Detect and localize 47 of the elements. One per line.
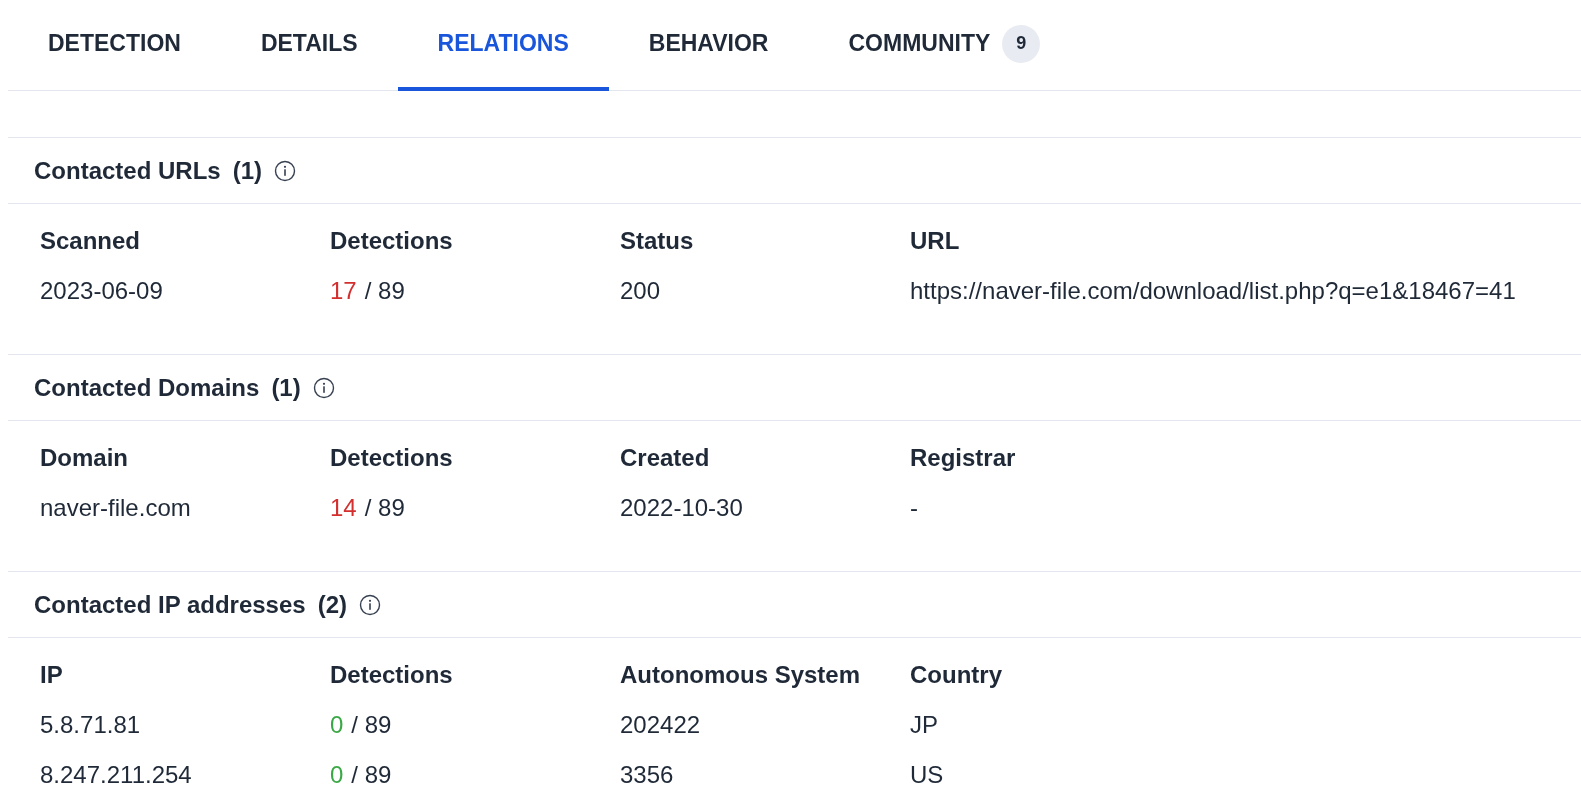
table-cell-text: naver-file.com xyxy=(40,493,192,523)
table-cell-text: JP xyxy=(910,710,938,740)
column-header: IP xyxy=(40,660,64,690)
info-icon[interactable] xyxy=(359,593,381,616)
column-header: Autonomous System xyxy=(620,660,862,690)
tab[interactable]: DETECTION xyxy=(8,0,221,91)
tab[interactable]: BEHAVIOR xyxy=(608,0,809,91)
column-header: Domain xyxy=(40,443,129,473)
count-badge: 9 xyxy=(1002,24,1041,63)
section-count: (1) xyxy=(232,155,263,186)
section-count: (2) xyxy=(317,589,347,620)
table-cell-text: 2023-06-09 xyxy=(40,276,164,306)
detection-total: / 89 xyxy=(364,276,405,306)
table-cell-text: - xyxy=(910,493,918,523)
detection-count: 17 xyxy=(330,276,357,306)
info-icon[interactable] xyxy=(312,376,335,399)
section-title: Contacted IP addresses xyxy=(34,589,306,620)
detection-total: / 89 xyxy=(351,710,392,740)
detection-count: 0 xyxy=(330,710,344,740)
table-cell-text: 3356 xyxy=(620,760,675,790)
section-count: (1) xyxy=(271,372,301,403)
table-cell-text: 5.8.71.81 xyxy=(40,710,142,740)
detection-count: 0 xyxy=(330,760,344,790)
table-cell-text: 2022-10-30 xyxy=(620,493,744,523)
section-title: Contacted Domains xyxy=(34,372,260,403)
table-cell-text: 202422 xyxy=(620,710,702,740)
column-header: Scanned xyxy=(40,226,142,256)
info-icon[interactable] xyxy=(274,159,297,182)
column-header: Country xyxy=(910,660,1003,690)
column-header: Detections xyxy=(330,443,454,473)
tab[interactable]: DETAILS xyxy=(220,0,398,91)
detection-total: / 89 xyxy=(351,760,392,790)
detection-total: / 89 xyxy=(364,493,405,523)
column-header: Detections xyxy=(330,226,454,256)
table-cell-text: 200 xyxy=(620,276,662,306)
table-cell-text: US xyxy=(910,760,944,790)
table-cell-text: 8.247.211.254 xyxy=(40,760,193,790)
column-header: Status xyxy=(620,226,695,256)
column-header: Registrar xyxy=(910,443,1017,473)
column-header: URL xyxy=(910,226,961,256)
column-header: Created xyxy=(620,443,711,473)
tab[interactable]: COMMUNITY 9 xyxy=(808,0,1081,91)
column-header: Detections xyxy=(330,660,454,690)
table-cell-text: https://naver-file.com/download/list.php?q=e1&18467=41 xyxy=(910,276,1516,306)
section-title: Contacted URLs xyxy=(34,155,221,186)
detection-count: 14 xyxy=(330,493,357,523)
tab[interactable]: RELATIONS xyxy=(397,0,609,91)
